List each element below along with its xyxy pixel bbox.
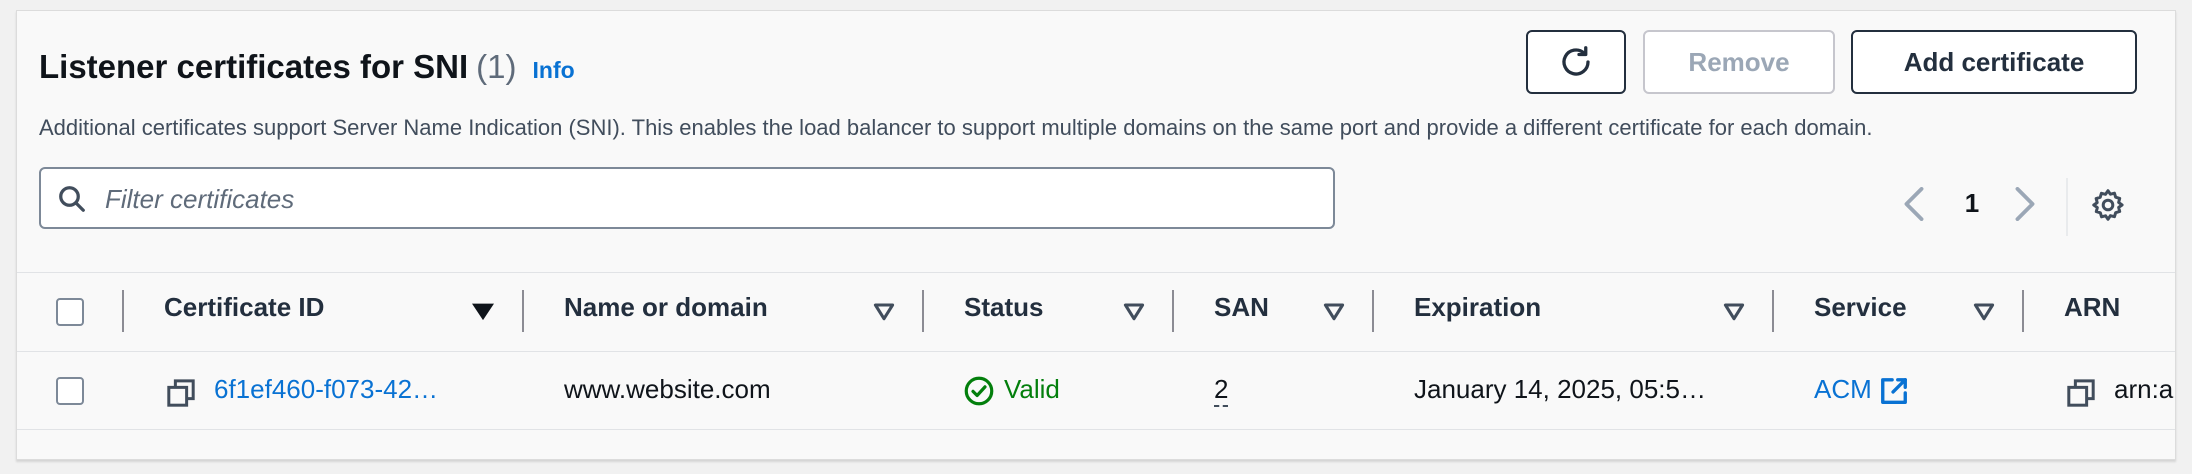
column-separator — [122, 290, 124, 332]
copy-icon[interactable] — [2066, 378, 2096, 408]
sort-icon[interactable] — [1972, 300, 1996, 322]
column-separator[interactable] — [522, 290, 524, 332]
column-header-name-or-domain[interactable]: Name or domain — [564, 292, 768, 323]
title-text: Listener certificates for SNI — [39, 48, 469, 85]
status-badge: Valid — [1004, 374, 1060, 404]
column-separator[interactable] — [1772, 290, 1774, 332]
current-page-number[interactable]: 1 — [1962, 188, 1982, 219]
copy-icon[interactable] — [166, 378, 196, 408]
sort-icon[interactable] — [1722, 300, 1746, 322]
select-all-checkbox[interactable] — [56, 298, 84, 326]
pager-divider — [2066, 178, 2068, 236]
row-select-checkbox[interactable] — [56, 377, 84, 405]
refresh-button[interactable] — [1526, 30, 1626, 94]
name-or-domain-cell: www.website.com — [564, 374, 771, 404]
table-row-divider — [17, 429, 2175, 430]
gear-icon[interactable] — [2090, 187, 2126, 223]
sort-descending-icon[interactable] — [470, 300, 496, 322]
column-header-arn[interactable]: ARN — [2064, 292, 2120, 323]
service-link[interactable]: ACM — [1814, 374, 1872, 405]
column-separator[interactable] — [2022, 290, 2024, 332]
column-separator[interactable] — [922, 290, 924, 332]
panel-description: Additional certificates support Server N… — [39, 115, 1873, 140]
remove-button[interactable]: Remove — [1643, 30, 1835, 94]
column-header-expiration[interactable]: Expiration — [1414, 292, 1541, 323]
certificate-id-link[interactable]: 6f1ef460-f073-42… — [214, 374, 438, 405]
refresh-icon — [1562, 46, 1590, 76]
previous-page-icon[interactable] — [1902, 187, 1926, 221]
table-top-divider — [17, 272, 2175, 273]
column-header-service[interactable]: Service — [1814, 292, 1907, 323]
sort-icon[interactable] — [1122, 300, 1146, 322]
expiration-cell: January 14, 2025, 05:5… — [1414, 374, 1706, 404]
certificate-count: (1) — [476, 48, 517, 85]
sort-icon[interactable] — [1322, 300, 1346, 322]
column-header-status[interactable]: Status — [964, 292, 1043, 323]
page-title: Listener certificates for SNI (1) Info — [39, 48, 575, 86]
column-header-certificate-id[interactable]: Certificate ID — [164, 292, 324, 323]
add-certificate-button[interactable]: Add certificate — [1851, 30, 2137, 94]
next-page-icon[interactable] — [2013, 187, 2037, 221]
search-icon — [59, 186, 85, 212]
filter-input[interactable] — [103, 169, 1307, 229]
san-count-value[interactable]: 2 — [1214, 374, 1229, 407]
column-separator[interactable] — [1372, 290, 1374, 332]
column-separator[interactable] — [1172, 290, 1174, 332]
table-header-divider — [17, 351, 2175, 352]
info-link[interactable]: Info — [533, 57, 575, 83]
column-header-san[interactable]: SAN — [1214, 292, 1269, 323]
filter-box — [39, 167, 1335, 229]
success-check-icon — [964, 376, 994, 406]
sort-icon[interactable] — [872, 300, 896, 322]
arn-cell: arn:a — [2114, 374, 2174, 404]
san-count[interactable]: 2 — [1214, 374, 1229, 407]
external-link-icon[interactable] — [1879, 376, 1909, 406]
